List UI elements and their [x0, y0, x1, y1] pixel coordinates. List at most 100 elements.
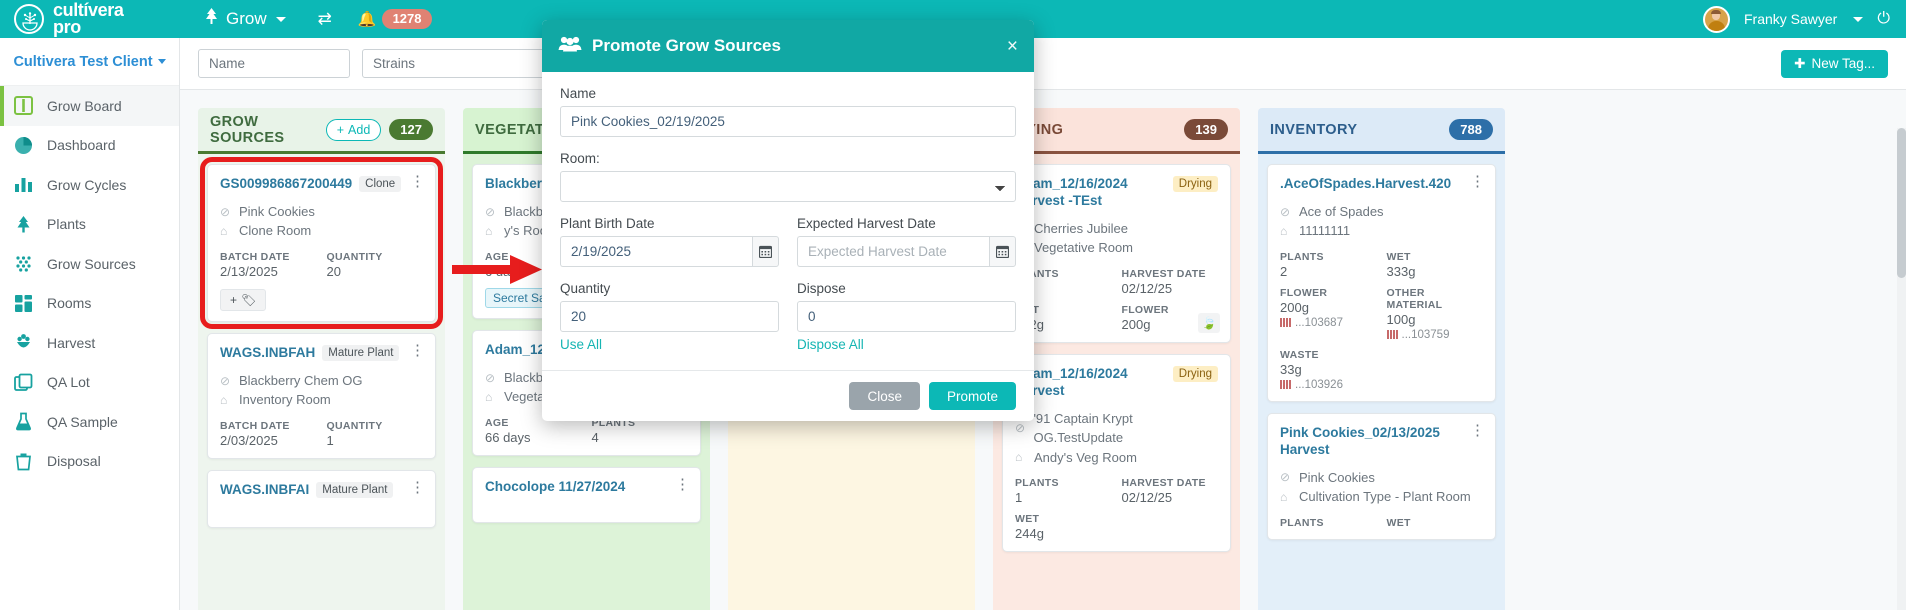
modal-footer: Close Promote	[542, 370, 1034, 421]
dots-grid-icon	[12, 253, 34, 275]
card-header: .AceOfSpades.Harvest.420	[1280, 176, 1483, 193]
sidebar-item-rooms[interactable]: Rooms	[0, 284, 179, 324]
card-room: Inventory Room	[239, 392, 331, 408]
quantity-dispose-row: Quantity Use All Dispose Dispose All	[560, 281, 1016, 354]
column-count-badge: 788	[1449, 119, 1493, 140]
field-value: 20	[326, 263, 341, 279]
grow-menu-button[interactable]: Grow	[190, 8, 300, 30]
card-header: Pink Cookies_02/13/2025 Harvest	[1280, 425, 1483, 459]
power-icon[interactable]: ⏻	[1877, 10, 1890, 28]
card-meta: ⊘ Cherries Jubilee ⌂ Vegetative Room	[1015, 219, 1218, 258]
quantity-input[interactable]	[560, 301, 779, 332]
calendar-icon[interactable]	[751, 236, 779, 267]
sidebar-label: Grow Board	[47, 97, 122, 114]
barcode-icon	[1386, 330, 1398, 340]
field-label: HARVEST DATE	[1121, 477, 1206, 489]
expected-harvest-date-group: Expected Harvest Date	[797, 216, 1016, 267]
card-grow-source[interactable]: ⋮ GS009986867200449 Clone ⊘ Pink Cookies…	[200, 157, 443, 329]
sidebar-item-harvest[interactable]: Harvest	[0, 323, 179, 363]
brand[interactable]: cultívera pro	[0, 2, 180, 36]
filter-bar: ✚ New Tag...	[180, 38, 1906, 90]
sidebar-label: Harvest	[47, 334, 96, 351]
app-root: cultívera pro Grow ⇄ 🔔 1278 Franky Sawye…	[0, 0, 1906, 610]
add-label: Add	[348, 122, 371, 137]
close-button[interactable]: Close	[849, 382, 920, 410]
plant-birth-date-label: Plant Birth Date	[560, 216, 655, 231]
name-filter-input[interactable]	[198, 49, 350, 78]
calendar-icon[interactable]	[988, 236, 1016, 267]
user-menu-chevron-down-icon[interactable]	[1853, 16, 1864, 22]
column-inventory: INVENTORY 788 ⋮ .AceOfSpades.Harvest.420…	[1258, 108, 1505, 610]
card-room: Cultivation Type - Plant Room	[1299, 489, 1471, 505]
sidebar-item-grow-board[interactable]: Grow Board	[0, 86, 179, 126]
name-input[interactable]	[560, 106, 1016, 137]
sidebar-item-disposal[interactable]: Disposal	[0, 442, 179, 482]
sidebar-label: Plants	[47, 216, 86, 233]
promote-button[interactable]: Promote	[928, 382, 1016, 410]
sidebar-label: Dashboard	[47, 137, 116, 154]
sidebar-item-grow-sources[interactable]: Grow Sources	[0, 244, 179, 284]
sidebar-item-grow-cycles[interactable]: Grow Cycles	[0, 165, 179, 205]
card-inventory[interactable]: ⋮ Pink Cookies_02/13/2025 Harvest ⊘ Pink…	[1267, 412, 1496, 540]
card-inventory[interactable]: ⋮ .AceOfSpades.Harvest.420 ⊘ Ace of Spad…	[1267, 164, 1496, 402]
card-menu-kebab-icon[interactable]: ⋮	[675, 477, 691, 492]
card-menu-kebab-icon[interactable]: ⋮	[1470, 174, 1486, 189]
column-count-badge: 139	[1184, 119, 1228, 140]
card-vegetative[interactable]: ⋮ Chocolope 11/27/2024	[472, 466, 701, 523]
vertical-scrollbar[interactable]	[1897, 128, 1906, 610]
field-label: BATCH DATE	[220, 250, 290, 263]
client-selector[interactable]: Cultivera Test Client	[0, 38, 179, 86]
leaf-icon[interactable]: 🍃	[1198, 312, 1220, 333]
card-menu-kebab-icon[interactable]: ⋮	[410, 174, 426, 189]
field-value: 100g	[1386, 311, 1416, 327]
sidebar-item-qa-sample[interactable]: QA Sample	[0, 402, 179, 442]
plant-birth-date-input[interactable]	[560, 236, 752, 267]
card-header: Chocolope 11/27/2024	[485, 479, 688, 496]
field-label: WET	[1015, 513, 1040, 525]
avatar[interactable]	[1702, 5, 1730, 33]
field-value: 33g	[1280, 361, 1302, 377]
annotation-arrow-icon	[452, 253, 544, 292]
card-tag: Clone	[359, 176, 402, 192]
brand-text: cultívera pro	[53, 2, 124, 36]
top-nav: Grow ⇄ 🔔 1278	[190, 0, 440, 38]
field-label: PLANTS	[1280, 250, 1324, 263]
card-grow-source[interactable]: ⋮ WAGS.INBFAH Mature Plant ⊘ Blackberry …	[207, 332, 436, 459]
notifications-button[interactable]: 🔔 1278	[350, 9, 441, 29]
barcode-value: ...103926	[1295, 378, 1343, 391]
card-drying[interactable]: Adam_12/16/2024 Harvest Drying ⊘ '91 Cap…	[1002, 353, 1231, 552]
sidebar-item-qa-lot[interactable]: QA Lot	[0, 363, 179, 403]
close-icon[interactable]: ×	[1007, 37, 1018, 56]
field-value: 244g	[1015, 526, 1044, 541]
use-all-link[interactable]: Use All	[560, 337, 602, 352]
add-tag-button[interactable]: + 🏷	[220, 288, 267, 311]
sidebar-item-dashboard[interactable]: Dashboard	[0, 126, 179, 166]
room-select[interactable]	[560, 171, 1016, 202]
strain-icon: ⊘	[485, 204, 496, 219]
user-name-label[interactable]: Franky Sawyer	[1744, 11, 1837, 27]
new-tag-button[interactable]: ✚ New Tag...	[1781, 49, 1888, 78]
field-label: QUANTITY	[326, 250, 383, 263]
card-menu-kebab-icon[interactable]: ⋮	[410, 343, 426, 358]
cultivera-logo-icon	[14, 4, 44, 34]
card-title: Adam_12/16/2024 Harvest	[1015, 365, 1128, 398]
card-grow-source[interactable]: ⋮ WAGS.INBFAI Mature Plant	[207, 469, 436, 528]
dispose-input[interactable]	[797, 301, 1016, 332]
modal-title: Promote Grow Sources	[558, 35, 781, 57]
field-value: 02/12/25	[1121, 280, 1173, 296]
card-drying[interactable]: Adam_12/16/2024 Harvest -TEst Drying ⊘ C…	[1002, 164, 1231, 343]
card-strain: Blackberry Chem OG	[239, 372, 363, 388]
card-header: GS009986867200449 Clone	[220, 176, 423, 193]
trash-icon	[12, 450, 34, 472]
card-menu-kebab-icon[interactable]: ⋮	[410, 480, 426, 495]
scrollbar-thumb[interactable]	[1897, 128, 1906, 278]
sidebar-item-plants[interactable]: Plants	[0, 205, 179, 245]
card-fields: BATCH DATE 2/03/2025 QUANTITY 1	[220, 420, 423, 448]
column-body: ⋮ GS009986867200449 Clone ⊘ Pink Cookies…	[198, 154, 445, 610]
expected-harvest-date-input[interactable]	[797, 236, 989, 267]
card-strain: Cherries Jubilee	[1034, 220, 1128, 236]
add-grow-source-button[interactable]: + Add	[325, 118, 382, 141]
card-menu-kebab-icon[interactable]: ⋮	[1470, 423, 1486, 438]
dispose-all-link[interactable]: Dispose All	[797, 337, 864, 352]
swap-icon[interactable]: ⇄	[300, 9, 350, 29]
